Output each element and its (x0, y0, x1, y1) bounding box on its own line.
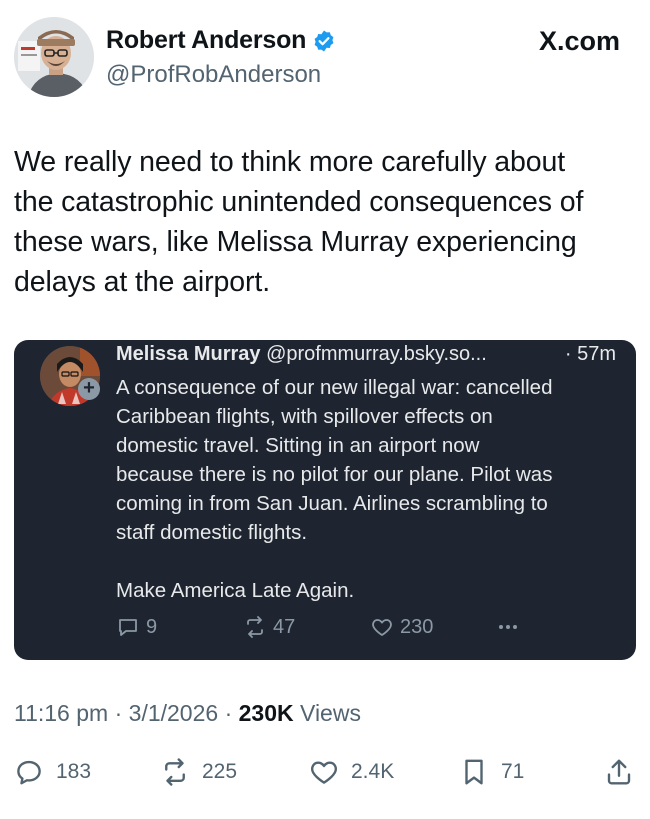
like-icon (372, 619, 392, 636)
author-name-row: Robert Anderson (106, 26, 336, 55)
repost-count: 225 (202, 760, 238, 783)
like-icon (311, 761, 337, 784)
verified-badge-icon (314, 30, 334, 51)
quoted-actions: 9 47 230 (116, 615, 616, 645)
tweet-text: We really need to think more carefully a… (14, 146, 584, 298)
reply-button[interactable]: 183 (14, 757, 91, 787)
quoted-more-button[interactable] (496, 615, 526, 639)
bookmark-icon (465, 759, 483, 785)
views-count: 230K (238, 700, 294, 726)
quoted-header: Melissa Murray @profmmurray.bsky.so... (116, 343, 616, 366)
repost-icon (165, 758, 185, 786)
repost-button[interactable]: 225 (160, 757, 237, 787)
repost-icon (247, 616, 263, 638)
like-count: 2.4K (351, 760, 395, 783)
reply-icon (17, 760, 41, 785)
author-avatar[interactable] (14, 17, 94, 97)
views-label: Views (300, 700, 361, 726)
share-icon (607, 759, 631, 785)
author-name[interactable]: Robert Anderson (106, 26, 306, 55)
reply-icon (119, 619, 137, 636)
quoted-like-button[interactable]: 230 (370, 615, 433, 639)
tweet-metadata: 11:16 pm · 3/1/2026 · 230K Views (14, 700, 361, 727)
reply-count: 183 (56, 760, 92, 783)
tweet-actions: 183 225 2.4K 71 (0, 755, 650, 795)
meta-separator: · (114, 700, 129, 726)
tweet-date[interactable]: 3/1/2026 (129, 700, 219, 726)
share-button[interactable] (604, 757, 646, 787)
quoted-reply-button[interactable]: 9 (116, 615, 157, 639)
quoted-repost-count: 47 (273, 615, 296, 638)
quoted-text: A consequence of our new illegal war: ca… (116, 376, 553, 602)
like-button[interactable]: 2.4K (309, 757, 394, 787)
quoted-repost-button[interactable]: 47 (243, 615, 295, 639)
meta-separator: · (224, 700, 239, 726)
tweet-header: Robert Anderson @ProfRobAnderson X.com (0, 0, 650, 110)
more-icon (499, 625, 517, 629)
quoted-post[interactable]: + Melissa Murray @profmmurray.bsky.so...… (14, 340, 636, 660)
quoted-reply-count: 9 (146, 615, 158, 638)
bookmark-count: 71 (501, 760, 525, 783)
bookmark-button[interactable]: 71 (459, 757, 524, 787)
quoted-author-name[interactable]: Melissa Murray (116, 343, 261, 365)
tweet-time[interactable]: 11:16 pm (14, 700, 108, 726)
follow-plus-icon[interactable]: + (78, 378, 100, 400)
author-handle[interactable]: @ProfRobAnderson (106, 61, 321, 89)
quoted-author-handle[interactable]: @profmmurray.bsky.so... (266, 343, 487, 365)
brand-logo: X.com (538, 26, 620, 56)
quoted-timestamp[interactable]: · 57m (565, 343, 616, 366)
quoted-like-count: 230 (400, 615, 434, 638)
